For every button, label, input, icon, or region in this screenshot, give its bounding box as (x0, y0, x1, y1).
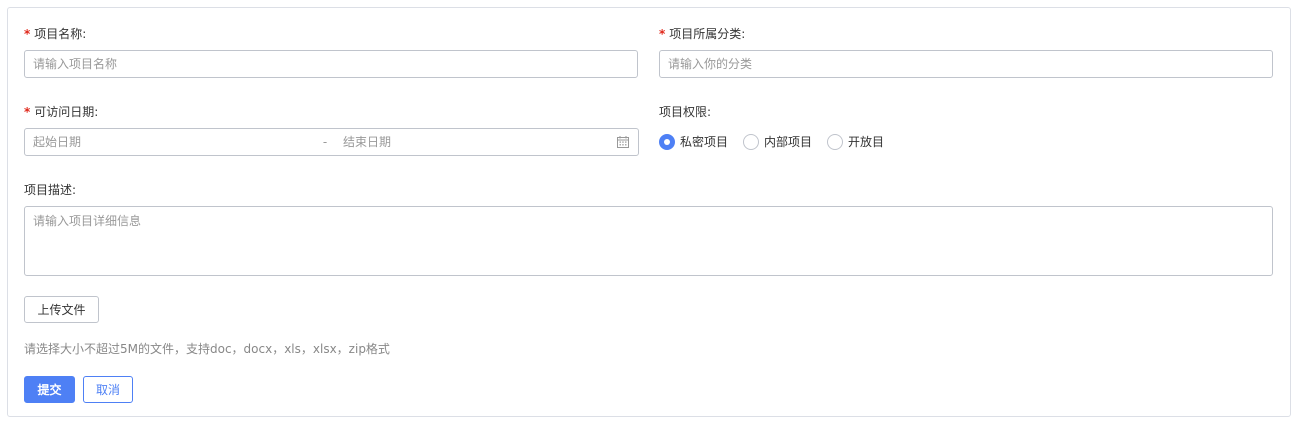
submit-button[interactable]: 提交 (24, 376, 75, 403)
project-category-label: * 项目所属分类: (659, 26, 745, 42)
required-mark: * (24, 105, 31, 119)
end-date-input[interactable] (335, 129, 625, 155)
upload-file-button-label: 上传文件 (37, 303, 86, 317)
permission-radio-group: 私密项目 内部项目 开放目 (659, 133, 899, 150)
project-name-field[interactable] (24, 50, 638, 78)
permission-label: 项目权限: (659, 104, 711, 120)
radio-private[interactable]: 私密项目 (659, 133, 728, 150)
project-category-input[interactable] (660, 51, 1272, 77)
project-name-label: * 项目名称: (24, 26, 86, 42)
required-mark: * (659, 27, 666, 41)
radio-internal-label: 内部项目 (764, 135, 813, 149)
project-name-input[interactable] (25, 51, 637, 77)
radio-open[interactable]: 开放目 (827, 133, 884, 150)
radio-checked-icon[interactable] (659, 133, 675, 150)
date-separator: - (322, 135, 328, 149)
radio-private-label: 私密项目 (680, 135, 729, 149)
start-date-input[interactable] (25, 129, 315, 155)
cancel-button[interactable]: 取消 (83, 376, 133, 403)
access-date-label-text: 可访问日期: (34, 105, 99, 119)
submit-button-label: 提交 (37, 383, 62, 397)
project-category-field[interactable] (659, 50, 1273, 78)
date-range-picker[interactable]: - (24, 128, 639, 156)
required-mark: * (24, 27, 31, 41)
upload-hint: 请选择大小不超过5M的文件，支持doc，docx，xls，xlsx，zip格式 (24, 342, 390, 356)
calendar-icon[interactable] (617, 136, 629, 148)
form-card: *项目名称: *项目所属分类: *可访问日期: - 项目权限: (7, 7, 1291, 417)
permission-label-text: 项目权限: (659, 105, 712, 119)
project-name-label-text: 项目名称: (34, 27, 87, 41)
cancel-button-label: 取消 (95, 383, 120, 397)
radio-internal[interactable]: 内部项目 (743, 133, 812, 150)
radio-unchecked-icon[interactable] (743, 133, 760, 150)
access-date-label: * 可访问日期: (24, 104, 98, 120)
radio-unchecked-icon[interactable] (827, 133, 844, 150)
description-textarea[interactable] (25, 207, 1272, 275)
description-label: 项目描述: (24, 182, 76, 198)
radio-open-label: 开放目 (848, 135, 885, 149)
upload-file-button[interactable]: 上传文件 (24, 296, 99, 323)
description-field[interactable] (24, 206, 1273, 276)
project-category-label-text: 项目所属分类: (669, 27, 746, 41)
description-label-text: 项目描述: (24, 183, 77, 197)
